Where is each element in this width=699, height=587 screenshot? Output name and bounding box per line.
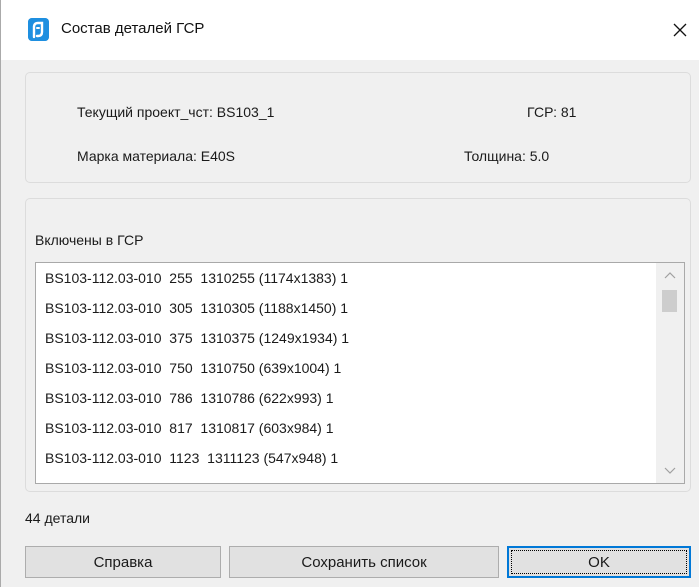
scroll-thumb[interactable] — [662, 290, 677, 312]
project-label: Текущий проект_чст: BS103_1 — [77, 104, 275, 120]
close-button[interactable] — [660, 10, 699, 50]
close-icon — [673, 23, 687, 37]
app-icon — [28, 18, 49, 41]
vertical-scrollbar[interactable] — [656, 263, 684, 483]
included-parts-list[interactable]: BS103-112.03-010 255 1310255 (1174x1383)… — [35, 262, 685, 484]
project-info-group — [25, 72, 691, 183]
material-label: Марка материала: E40S — [77, 148, 236, 164]
help-button[interactable]: Справка — [25, 546, 221, 578]
list-item[interactable]: BS103-112.03-010 305 1310305 (1188x1450)… — [36, 293, 658, 323]
scroll-up-button[interactable] — [656, 263, 684, 287]
list-item[interactable]: BS103-112.03-010 375 1310375 (1249x1934)… — [36, 323, 658, 353]
title-bar: Состав деталей ГСР — [1, 0, 699, 60]
list-item[interactable]: BS103-112.03-010 1123 1311123 (547x948) … — [36, 443, 658, 473]
chevron-up-icon — [664, 272, 676, 279]
parts-count: 44 детали — [25, 510, 90, 526]
save-list-button[interactable]: Сохранить список — [229, 546, 499, 578]
included-heading: Включены в ГСР — [35, 232, 144, 248]
list-items: BS103-112.03-010 255 1310255 (1174x1383)… — [36, 263, 658, 473]
thickness-label: Толщина: 5.0 — [464, 148, 550, 164]
list-item[interactable]: BS103-112.03-010 817 1310817 (603x984) 1 — [36, 413, 658, 443]
scroll-down-button[interactable] — [656, 459, 684, 483]
list-item[interactable]: BS103-112.03-010 255 1310255 (1174x1383)… — [36, 263, 658, 293]
dialog-window: Состав деталей ГСР Текущий проект_чст: B… — [0, 0, 699, 587]
window-title: Состав деталей ГСР — [61, 20, 205, 37]
ok-button[interactable]: OK — [507, 546, 691, 578]
ok-button-label: OK — [588, 553, 610, 571]
list-item[interactable]: BS103-112.03-010 786 1310786 (622x993) 1 — [36, 383, 658, 413]
chevron-down-icon — [664, 467, 676, 474]
gsr-label: ГСР: 81 — [527, 104, 577, 120]
list-item[interactable]: BS103-112.03-010 750 1310750 (639x1004) … — [36, 353, 658, 383]
